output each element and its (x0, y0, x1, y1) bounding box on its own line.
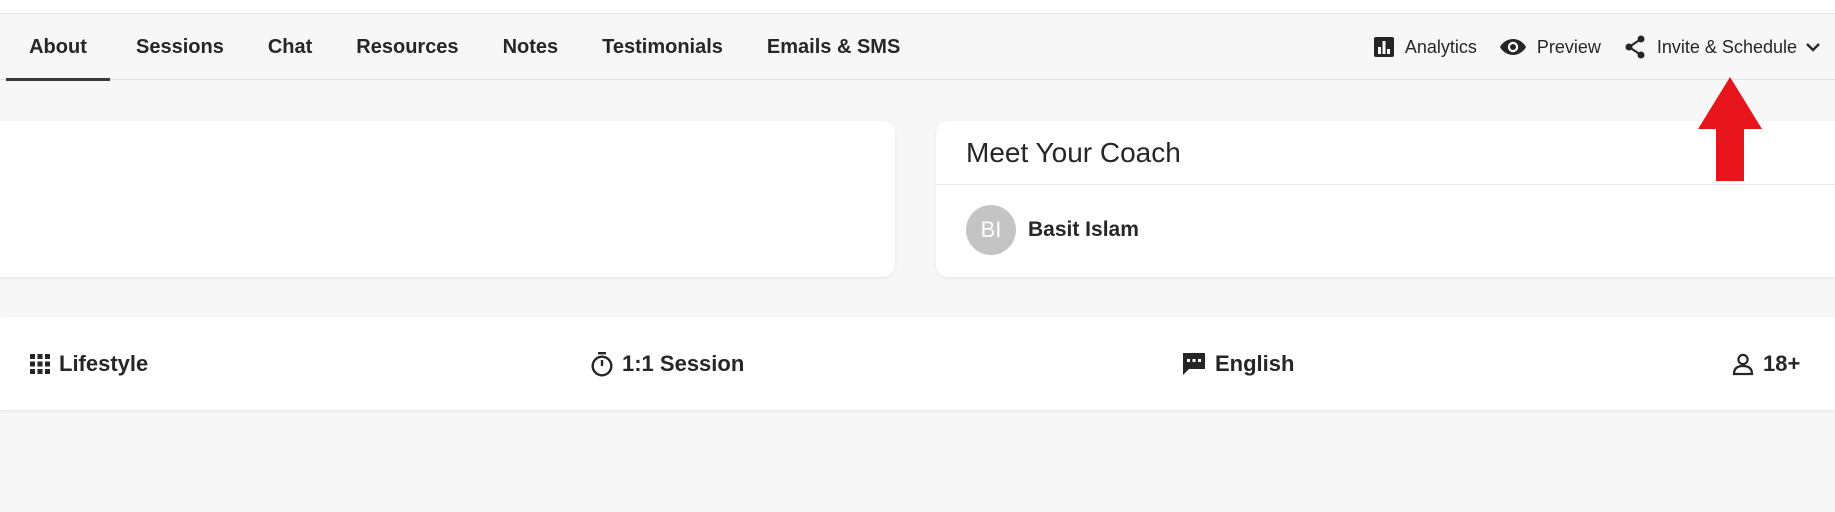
tab-notes-label: Notes (502, 35, 559, 58)
age-info: 18+ (1731, 317, 1800, 410)
tab-chat[interactable]: Chat (268, 14, 312, 80)
stopwatch-icon (591, 351, 613, 377)
tab-about[interactable]: About (6, 14, 110, 81)
grid-icon (30, 353, 50, 374)
invite-schedule-label: Invite & Schedule (1656, 36, 1797, 57)
category-label: Lifestyle (59, 350, 149, 376)
tab-sessions-label: Sessions (136, 35, 224, 58)
coach-profile[interactable]: BI Basit Islam (966, 205, 1139, 255)
red-arrow-annotation (1698, 77, 1762, 181)
session-type-label: 1:1 Session (622, 350, 745, 376)
top-strip (0, 0, 1835, 14)
avatar: BI (966, 205, 1016, 255)
person-icon (1732, 353, 1754, 375)
tab-testimonials-label: Testimonials (602, 35, 723, 58)
age-label: 18+ (1763, 350, 1801, 376)
eye-icon (1499, 39, 1526, 55)
session-type-info: 1:1 Session (590, 317, 744, 410)
analytics-label: Analytics (1404, 36, 1477, 57)
invite-schedule-button[interactable]: Invite & Schedule (1623, 34, 1821, 60)
chevron-down-icon (1806, 43, 1820, 52)
coach-card-title: Meet Your Coach (966, 137, 1181, 168)
chat-bubble-icon (1183, 352, 1205, 375)
language-label: English (1215, 350, 1295, 376)
bar-chart-icon (1373, 37, 1394, 57)
analytics-button[interactable]: Analytics (1373, 36, 1477, 58)
tab-bar: About Sessions Chat Resources Notes Test… (6, 14, 900, 81)
tab-about-label: About (29, 35, 87, 58)
top-navigation: About Sessions Chat Resources Notes Test… (0, 14, 1835, 81)
header-actions: Analytics Preview Invite & Schedule (1351, 14, 1821, 80)
divider (936, 184, 1835, 185)
tab-testimonials[interactable]: Testimonials (602, 14, 723, 80)
tab-sessions[interactable]: Sessions (136, 14, 224, 80)
share-icon (1625, 35, 1645, 59)
coach-name: Basit Islam (1028, 218, 1139, 241)
tab-emails-sms-label: Emails & SMS (766, 35, 901, 58)
program-info-bar: Lifestyle 1:1 Session English 18+ (0, 317, 1835, 410)
language-info: English (1181, 317, 1294, 410)
preview-label: Preview (1536, 36, 1601, 57)
description-card (0, 121, 895, 277)
preview-button[interactable]: Preview (1499, 37, 1601, 58)
tab-resources-label: Resources (356, 35, 459, 58)
tab-resources[interactable]: Resources (356, 14, 458, 80)
category-info: Lifestyle (29, 317, 148, 410)
tab-notes[interactable]: Notes (503, 14, 559, 80)
tab-chat-label: Chat (267, 35, 313, 58)
tab-emails-sms[interactable]: Emails & SMS (767, 14, 900, 80)
